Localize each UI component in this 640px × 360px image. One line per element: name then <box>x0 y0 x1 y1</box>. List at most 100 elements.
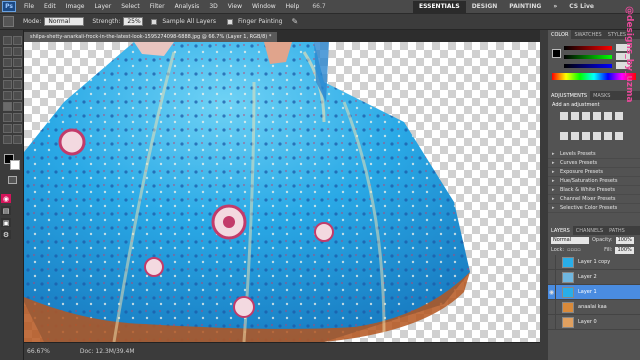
brush-icon[interactable]: ✎ <box>291 17 298 26</box>
mode-select[interactable]: Normal <box>44 17 85 26</box>
path-select-tool-icon[interactable] <box>3 124 12 133</box>
lasso-tool-icon[interactable] <box>3 47 12 56</box>
fill-input[interactable]: 100% <box>615 246 634 254</box>
layer-row[interactable]: Layer 1 copy <box>548 254 640 270</box>
tab-masks[interactable]: MASKS <box>590 91 613 100</box>
finger-painting-checkbox[interactable] <box>226 18 233 25</box>
workspace-more[interactable]: » <box>547 3 563 10</box>
blue-slider[interactable] <box>564 63 612 68</box>
background-color-swatch[interactable] <box>10 160 20 170</box>
exposure-icon[interactable] <box>593 112 601 120</box>
share-icon[interactable]: ▤ <box>1 206 11 215</box>
status-bar: 66.67% Doc: 12.3M/39.4M <box>24 342 540 360</box>
black-white-icon[interactable] <box>571 131 579 140</box>
levels-icon[interactable] <box>571 112 579 120</box>
lock-icon[interactable]: ▫▫▫▫ <box>567 247 589 253</box>
color-balance-icon[interactable] <box>560 131 568 140</box>
tab-adjustments[interactable]: ADJUSTMENTS <box>548 91 591 100</box>
smudge-tool-active-icon[interactable] <box>3 102 12 111</box>
visibility-toggle-icon[interactable] <box>548 269 556 285</box>
gallery-icon[interactable]: ▣ <box>1 218 11 227</box>
layer-row-selected[interactable]: ◉ Layer 1 <box>548 284 640 300</box>
eyedropper-tool-icon[interactable] <box>13 58 22 67</box>
menu-layer[interactable]: Layer <box>89 3 116 10</box>
history-brush-tool-icon[interactable] <box>13 80 22 89</box>
posterize-icon[interactable] <box>615 131 623 140</box>
menu-3d[interactable]: 3D <box>204 3 222 10</box>
photo-filter-icon[interactable] <box>582 131 590 140</box>
zoom-level[interactable]: 66.7 <box>312 3 325 10</box>
layer-row[interactable]: Layer 0 <box>548 314 640 330</box>
dodge-tool-icon[interactable] <box>13 102 22 111</box>
menu-bar: Ps File Edit Image Layer Select Filter A… <box>0 0 640 14</box>
eraser-tool-icon[interactable] <box>3 91 12 100</box>
brush-tool-icon[interactable] <box>13 69 22 78</box>
tab-color[interactable]: COLOR <box>548 30 572 39</box>
menu-image[interactable]: Image <box>61 3 90 10</box>
visibility-toggle-icon[interactable] <box>548 299 556 315</box>
zoom-tool-icon[interactable] <box>13 135 22 144</box>
menu-view[interactable]: View <box>223 3 247 10</box>
document-canvas[interactable] <box>24 42 540 342</box>
green-slider[interactable] <box>564 54 612 59</box>
strength-input[interactable]: 25% <box>123 17 144 26</box>
menu-help[interactable]: Help <box>281 3 305 10</box>
settings-icon[interactable]: ⚙ <box>1 230 11 239</box>
sample-all-checkbox[interactable] <box>151 18 158 25</box>
preset-curves[interactable]: Curves Presets <box>548 159 640 168</box>
invert-icon[interactable] <box>604 131 612 140</box>
visibility-toggle-icon[interactable] <box>548 314 556 330</box>
layer-row[interactable]: Layer 2 <box>548 269 640 285</box>
vibrance-icon[interactable] <box>604 112 612 120</box>
opacity-input[interactable]: 100% <box>615 236 634 244</box>
layer-row[interactable]: anaalai kaa <box>548 299 640 315</box>
menu-analysis[interactable]: Analysis <box>170 3 205 10</box>
workspace-essentials[interactable]: ESSENTIALS <box>412 0 466 13</box>
layers-panel-tabs: LAYERS CHANNELS PATHS <box>548 226 640 235</box>
workspace-design[interactable]: DESIGN <box>466 3 504 10</box>
healing-tool-icon[interactable] <box>3 69 12 78</box>
stamp-tool-icon[interactable] <box>3 80 12 89</box>
preset-channel-mixer[interactable]: Channel Mixer Presets <box>548 195 640 204</box>
tab-channels[interactable]: CHANNELS <box>573 226 606 235</box>
channel-mixer-icon[interactable] <box>593 131 601 140</box>
tab-swatches[interactable]: SWATCHES <box>571 30 604 39</box>
preset-exposure[interactable]: Exposure Presets <box>548 168 640 177</box>
menu-select[interactable]: Select <box>116 3 145 10</box>
hue-saturation-icon[interactable] <box>615 112 623 120</box>
workspace-painting[interactable]: PAINTING <box>503 3 547 10</box>
preset-levels[interactable]: Levels Presets <box>548 150 640 159</box>
menu-edit[interactable]: Edit <box>39 3 61 10</box>
type-tool-icon[interactable] <box>13 113 22 122</box>
marquee-tool-icon[interactable] <box>13 36 22 45</box>
quick-mask-icon[interactable] <box>8 176 17 184</box>
tab-layers[interactable]: LAYERS <box>548 226 573 235</box>
status-zoom[interactable]: 66.67% <box>27 348 50 355</box>
menu-filter[interactable]: Filter <box>145 3 170 10</box>
camera-icon[interactable]: ◉ <box>1 194 11 203</box>
fill-label: Fill: <box>604 247 613 253</box>
menu-window[interactable]: Window <box>247 3 281 10</box>
fg-color-chip[interactable] <box>552 49 561 58</box>
smudge-tool-icon[interactable] <box>3 16 14 27</box>
visibility-toggle-icon[interactable]: ◉ <box>548 284 556 300</box>
preset-hue-saturation[interactable]: Hue/Saturation Presets <box>548 177 640 186</box>
quick-select-tool-icon[interactable] <box>13 47 22 56</box>
brightness-icon[interactable] <box>560 112 568 120</box>
red-slider[interactable] <box>564 45 612 50</box>
hand-tool-icon[interactable] <box>3 135 12 144</box>
move-tool-icon[interactable] <box>3 36 12 45</box>
preset-black-white[interactable]: Black & White Presets <box>548 186 640 195</box>
visibility-toggle-icon[interactable] <box>548 254 556 270</box>
menu-file[interactable]: File <box>19 3 39 10</box>
tab-paths[interactable]: PATHS <box>606 226 628 235</box>
document-tab[interactable]: shilpa-shetty-anarkali-frock-in-the-late… <box>24 32 278 42</box>
pen-tool-icon[interactable] <box>3 113 12 122</box>
preset-selective-color[interactable]: Selective Color Presets <box>548 204 640 213</box>
shape-tool-icon[interactable] <box>13 124 22 133</box>
curves-icon[interactable] <box>582 112 590 120</box>
cs-live-button[interactable]: CS Live <box>563 3 600 10</box>
gradient-tool-icon[interactable] <box>13 91 22 100</box>
blend-mode-select[interactable]: Normal <box>551 236 589 244</box>
crop-tool-icon[interactable] <box>3 58 12 67</box>
